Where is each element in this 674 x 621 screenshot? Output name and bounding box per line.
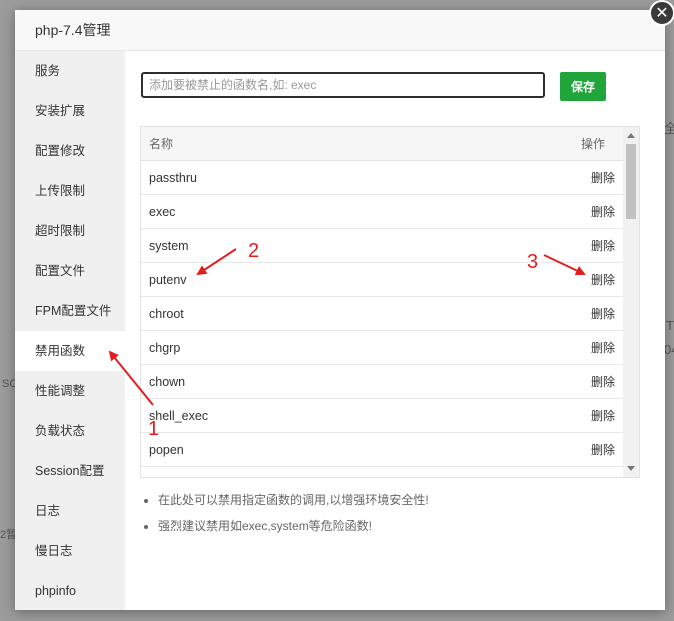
sidebar-item-service[interactable]: 服务 [15, 51, 125, 91]
column-header-action: 操作 [430, 127, 623, 161]
sidebar-item-phpinfo[interactable]: phpinfo [15, 571, 125, 611]
table-row: chgrp 删除 [141, 330, 623, 365]
column-header-name: 名称 [141, 127, 431, 161]
function-name: chroot [141, 296, 431, 331]
save-button[interactable]: 保存 [560, 72, 606, 101]
tip-item: 强烈建议禁用如exec,system等危险函数! [158, 513, 429, 539]
sidebar-item-config-modify[interactable]: 配置修改 [15, 131, 125, 171]
delete-link[interactable]: 删除 [591, 239, 615, 253]
scroll-down-arrow-icon[interactable] [627, 466, 635, 471]
delete-link[interactable]: 删除 [591, 171, 615, 185]
delete-link[interactable]: 删除 [591, 307, 615, 321]
table-row: shell_exec 删除 [141, 398, 623, 433]
table-row: chroot 删除 [141, 296, 623, 331]
sidebar-item-slow-log[interactable]: 慢日志 [15, 531, 125, 571]
sidebar-item-load-status[interactable]: 负载状态 [15, 411, 125, 451]
sidebar-item-fpm-config[interactable]: FPM配置文件 [15, 291, 125, 331]
php-manager-dialog: php-7.4管理 服务 安装扩展 配置修改 上传限制 超时限制 配置文件 FP… [15, 10, 665, 610]
delete-link[interactable]: 删除 [591, 375, 615, 389]
sidebar-item-performance[interactable]: 性能调整 [15, 371, 125, 411]
table-header-row: 名称 操作 [141, 127, 623, 161]
table-row: putenv 删除 [141, 262, 623, 297]
delete-link[interactable]: 删除 [591, 341, 615, 355]
function-name: exec [141, 194, 431, 229]
dialog-header: php-7.4管理 [15, 10, 665, 51]
bg-fragment: T [666, 318, 674, 333]
sidebar-item-upload-limit[interactable]: 上传限制 [15, 171, 125, 211]
delete-link[interactable]: 删除 [591, 443, 615, 457]
table-scrollbar[interactable] [623, 127, 639, 477]
function-name [141, 466, 431, 477]
bg-fragment: 04 [664, 342, 674, 357]
sidebar-item-install-extension[interactable]: 安装扩展 [15, 91, 125, 131]
sidebar-item-timeout-limit[interactable]: 超时限制 [15, 211, 125, 251]
bg-fragment: 全 [664, 121, 674, 136]
functions-table-container[interactable]: 名称 操作 passthru 删除 exec 删除 system 删除 putenv 删… [140, 126, 640, 478]
delete-link[interactable]: 删除 [591, 273, 615, 287]
table-row: exec 删除 [141, 194, 623, 229]
delete-link[interactable]: 删除 [591, 409, 615, 423]
function-name: chgrp [141, 330, 431, 365]
tip-item: 在此处可以禁用指定函数的调用,以增强环境安全性! [158, 487, 429, 513]
annotation-label-3: 3 [527, 251, 539, 273]
table-row [141, 466, 623, 477]
functions-table: 名称 操作 passthru 删除 exec 删除 system 删除 putenv 删… [141, 127, 623, 477]
function-name: chown [141, 364, 431, 399]
annotation-label-2: 2 [248, 240, 260, 262]
tips-list: 在此处可以禁用指定函数的调用,以增强环境安全性! 强烈建议禁用如exec,sys… [140, 487, 429, 539]
table-row: chown 删除 [141, 364, 623, 399]
sidebar-item-session-config[interactable]: Session配置 [15, 451, 125, 491]
sidebar-item-log[interactable]: 日志 [15, 491, 125, 531]
table-row: passthru 删除 [141, 160, 623, 195]
function-name: putenv [141, 262, 431, 297]
delete-link[interactable]: 删除 [591, 205, 615, 219]
close-icon[interactable]: ✕ [649, 0, 674, 26]
sidebar-item-disabled-functions[interactable]: 禁用函数 [15, 331, 125, 371]
function-name: system [141, 228, 431, 263]
function-name: passthru [141, 160, 431, 195]
dialog-title: php-7.4管理 [35, 22, 111, 38]
annotation-label-1: 1 [148, 418, 160, 440]
table-row: popen 删除 [141, 432, 623, 467]
scroll-up-arrow-icon[interactable] [627, 133, 635, 138]
sidebar: 服务 安装扩展 配置修改 上传限制 超时限制 配置文件 FPM配置文件 禁用函数… [15, 51, 125, 610]
function-name-input[interactable] [141, 72, 545, 98]
disabled-functions-panel: 保存 名称 操作 passthru 删除 exec 删除 system 删除 pute… [125, 51, 665, 610]
scrollbar-thumb[interactable] [626, 144, 636, 219]
sidebar-item-config-file[interactable]: 配置文件 [15, 251, 125, 291]
function-name: popen [141, 432, 431, 467]
function-name: shell_exec [141, 398, 431, 433]
table-row: system 删除 [141, 228, 623, 263]
